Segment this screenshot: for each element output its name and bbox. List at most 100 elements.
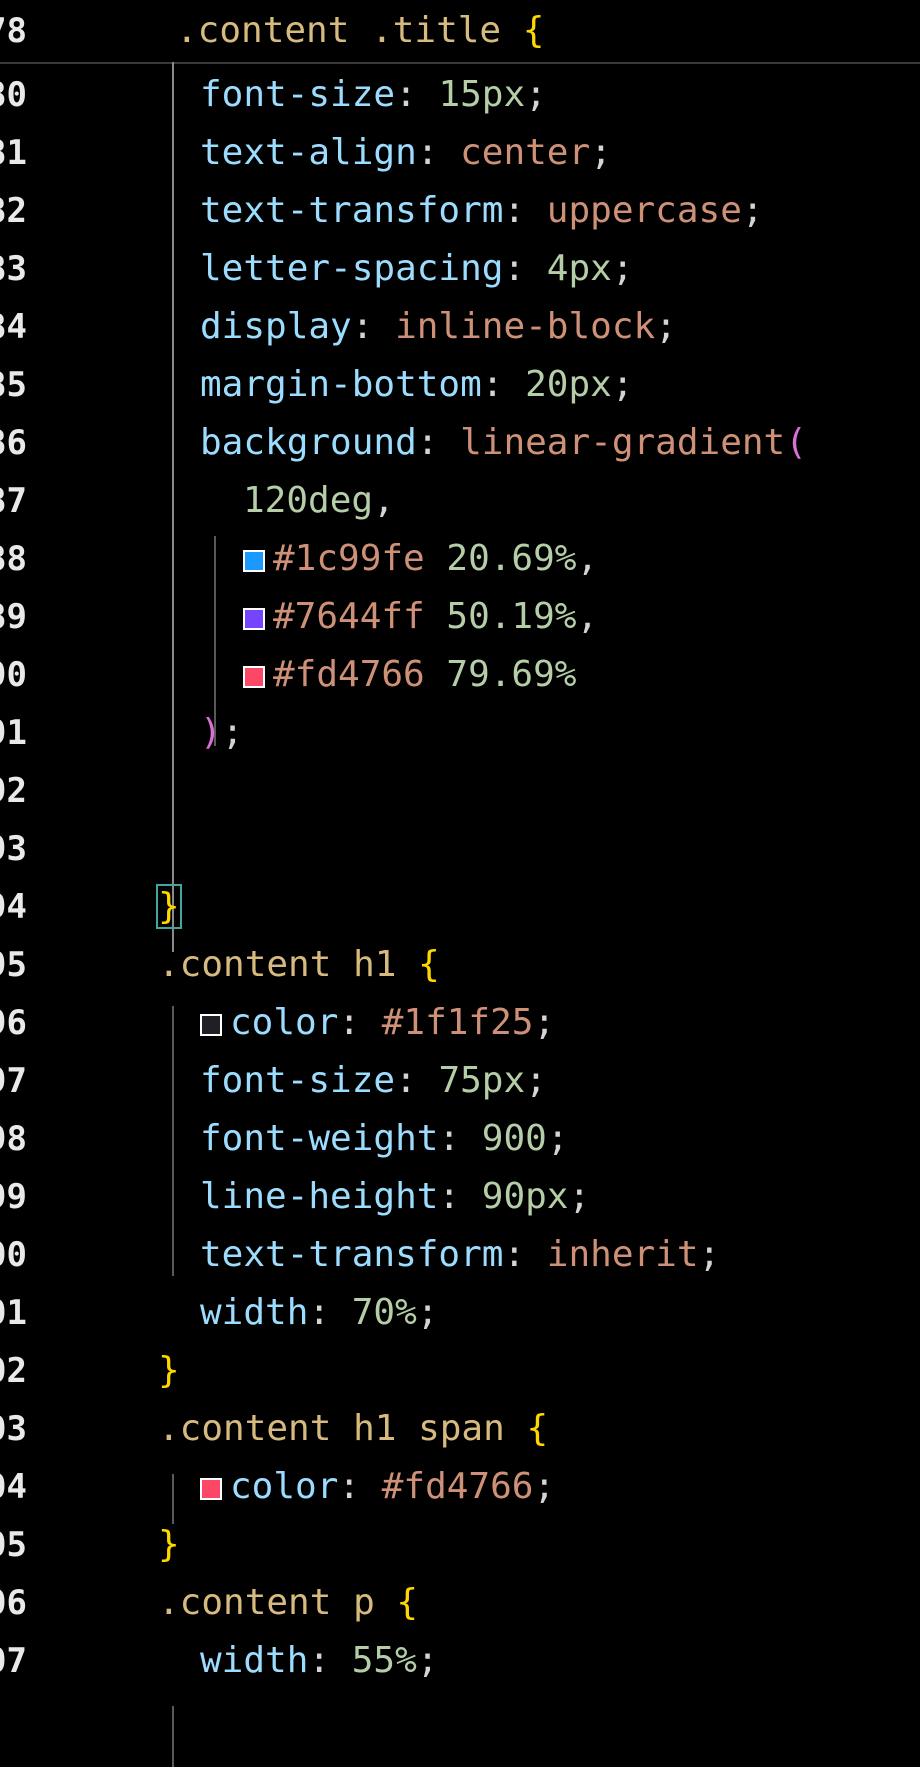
code-line[interactable]: 92: [0, 760, 920, 822]
code-line[interactable]: 93: [0, 818, 920, 880]
code-text: }: [158, 1524, 180, 1566]
code-line[interactable]: 82 text-transform: uppercase;: [0, 180, 920, 242]
code-token: 20.69%: [446, 538, 577, 579]
code-line[interactable]: 04 color: #fd4766;: [0, 1456, 920, 1518]
code-token: ;: [590, 132, 612, 173]
code-token: ;: [655, 306, 677, 347]
color-swatch-icon[interactable]: [200, 1014, 222, 1036]
code-text: }: [156, 884, 182, 929]
code-line[interactable]: 03 .content h1 span {: [0, 1398, 920, 1460]
code-token: :: [481, 364, 526, 405]
line-number: 00: [0, 1235, 27, 1275]
code-token: #fd4766: [273, 654, 425, 695]
code-text: letter-spacing: 4px;: [200, 248, 634, 290]
code-line[interactable]: 02}: [0, 1340, 920, 1402]
code-token: ;: [525, 1060, 547, 1101]
code-token: #1c99fe: [273, 538, 425, 579]
code-line[interactable]: 91);: [0, 702, 920, 764]
code-token: display: [200, 306, 352, 347]
code-token: background: [200, 422, 417, 463]
code-text: }: [158, 1350, 180, 1392]
code-token: :: [351, 306, 396, 347]
code-line[interactable]: 87 120deg,: [0, 470, 920, 532]
code-token: ;: [546, 1118, 569, 1159]
code-line[interactable]: 85 margin-bottom: 20px;: [0, 354, 920, 416]
code-token: ;: [741, 190, 764, 231]
line-number: 92: [0, 771, 27, 811]
line-number: 83: [0, 249, 27, 289]
indent-guide: [172, 1706, 174, 1767]
code-token: :: [338, 1466, 382, 1507]
line-number: 80: [0, 75, 27, 115]
code-line[interactable]: 00 text-transform: inherit;: [0, 1224, 920, 1286]
line-number: 99: [0, 1177, 27, 1217]
code-line[interactable]: 83 letter-spacing: 4px;: [0, 238, 920, 300]
line-number: 98: [0, 1119, 27, 1159]
code-token: ;: [416, 1292, 439, 1333]
code-text: font-size: 75px;: [200, 1060, 547, 1102]
code-token: :: [308, 1640, 352, 1681]
code-token: 70%: [351, 1292, 417, 1333]
code-line[interactable]: 05}: [0, 1514, 920, 1576]
code-token: ;: [533, 1002, 556, 1043]
color-swatch-icon[interactable]: [243, 550, 265, 572]
line-number: 82: [0, 191, 27, 231]
code-text: .content .title {: [176, 10, 544, 52]
code-token: 90px: [481, 1176, 569, 1217]
code-line[interactable]: 78 .content .title {: [0, 0, 920, 62]
code-line[interactable]: 99 line-height: 90px;: [0, 1166, 920, 1228]
line-number: 06: [0, 1583, 27, 1623]
code-line[interactable]: 94}: [0, 876, 920, 938]
code-token: color: [230, 1002, 339, 1043]
line-number: 03: [0, 1409, 27, 1449]
code-text: width: 70%;: [200, 1292, 438, 1334]
color-swatch-icon[interactable]: [200, 1478, 222, 1500]
code-token: .content .title: [176, 10, 523, 51]
code-token: ): [200, 712, 222, 753]
code-line[interactable]: 89 #7644ff 50.19%,: [0, 586, 920, 648]
code-token: :: [416, 422, 461, 463]
code-text: #fd4766 79.69%: [243, 654, 576, 696]
code-line[interactable]: 96 color: #1f1f25;: [0, 992, 920, 1054]
code-token: }: [158, 1350, 180, 1391]
code-line[interactable]: 88 #1c99fe 20.69%,: [0, 528, 920, 590]
code-line[interactable]: 95 .content h1 {: [0, 934, 920, 996]
code-token: ;: [533, 1466, 556, 1507]
line-number: 01: [0, 1293, 27, 1333]
code-token: linear-gradient: [460, 422, 786, 463]
code-line[interactable]: 90 #fd4766 79.69%: [0, 644, 920, 706]
code-token: {: [418, 944, 440, 985]
code-token: :: [338, 1002, 382, 1043]
code-line[interactable]: 06 .content p {: [0, 1572, 920, 1634]
code-token: ;: [525, 74, 547, 115]
code-line[interactable]: 84 display: inline-block;: [0, 296, 920, 358]
code-text: width: 55%;: [200, 1640, 438, 1682]
code-line[interactable]: 98 font-weight: 900;: [0, 1108, 920, 1170]
line-number: 87: [0, 481, 27, 521]
code-line[interactable]: 81 text-align: center;: [0, 122, 920, 184]
code-line[interactable]: 80 font-size: 15px;: [0, 64, 920, 126]
code-line[interactable]: 97 font-size: 75px;: [0, 1050, 920, 1112]
code-line[interactable]: 01 width: 70%;: [0, 1282, 920, 1344]
code-token: text-transform: [200, 1234, 504, 1275]
code-text: font-weight: 900;: [200, 1118, 569, 1160]
code-token: (: [785, 422, 807, 463]
code-token: line-height: [200, 1176, 439, 1217]
code-token: #7644ff: [273, 596, 425, 637]
color-swatch-icon[interactable]: [243, 608, 265, 630]
line-number: 02: [0, 1351, 27, 1391]
color-swatch-icon[interactable]: [243, 666, 265, 688]
code-text: color: #fd4766;: [200, 1466, 555, 1508]
code-editor[interactable]: 78.content .title {80font-size: 15px;81t…: [0, 0, 920, 1767]
code-token: 79.69%: [446, 654, 577, 695]
code-token: .content p: [158, 1582, 397, 1623]
line-number: 84: [0, 307, 27, 347]
code-line[interactable]: 86 background: linear-gradient(: [0, 412, 920, 474]
code-token: center: [460, 132, 591, 173]
line-number: 89: [0, 597, 27, 637]
code-token: #fd4766: [381, 1466, 534, 1507]
line-number: 86: [0, 423, 27, 463]
code-line[interactable]: 07 width: 55%;: [0, 1630, 920, 1692]
code-token: #1f1f25: [381, 1002, 534, 1043]
